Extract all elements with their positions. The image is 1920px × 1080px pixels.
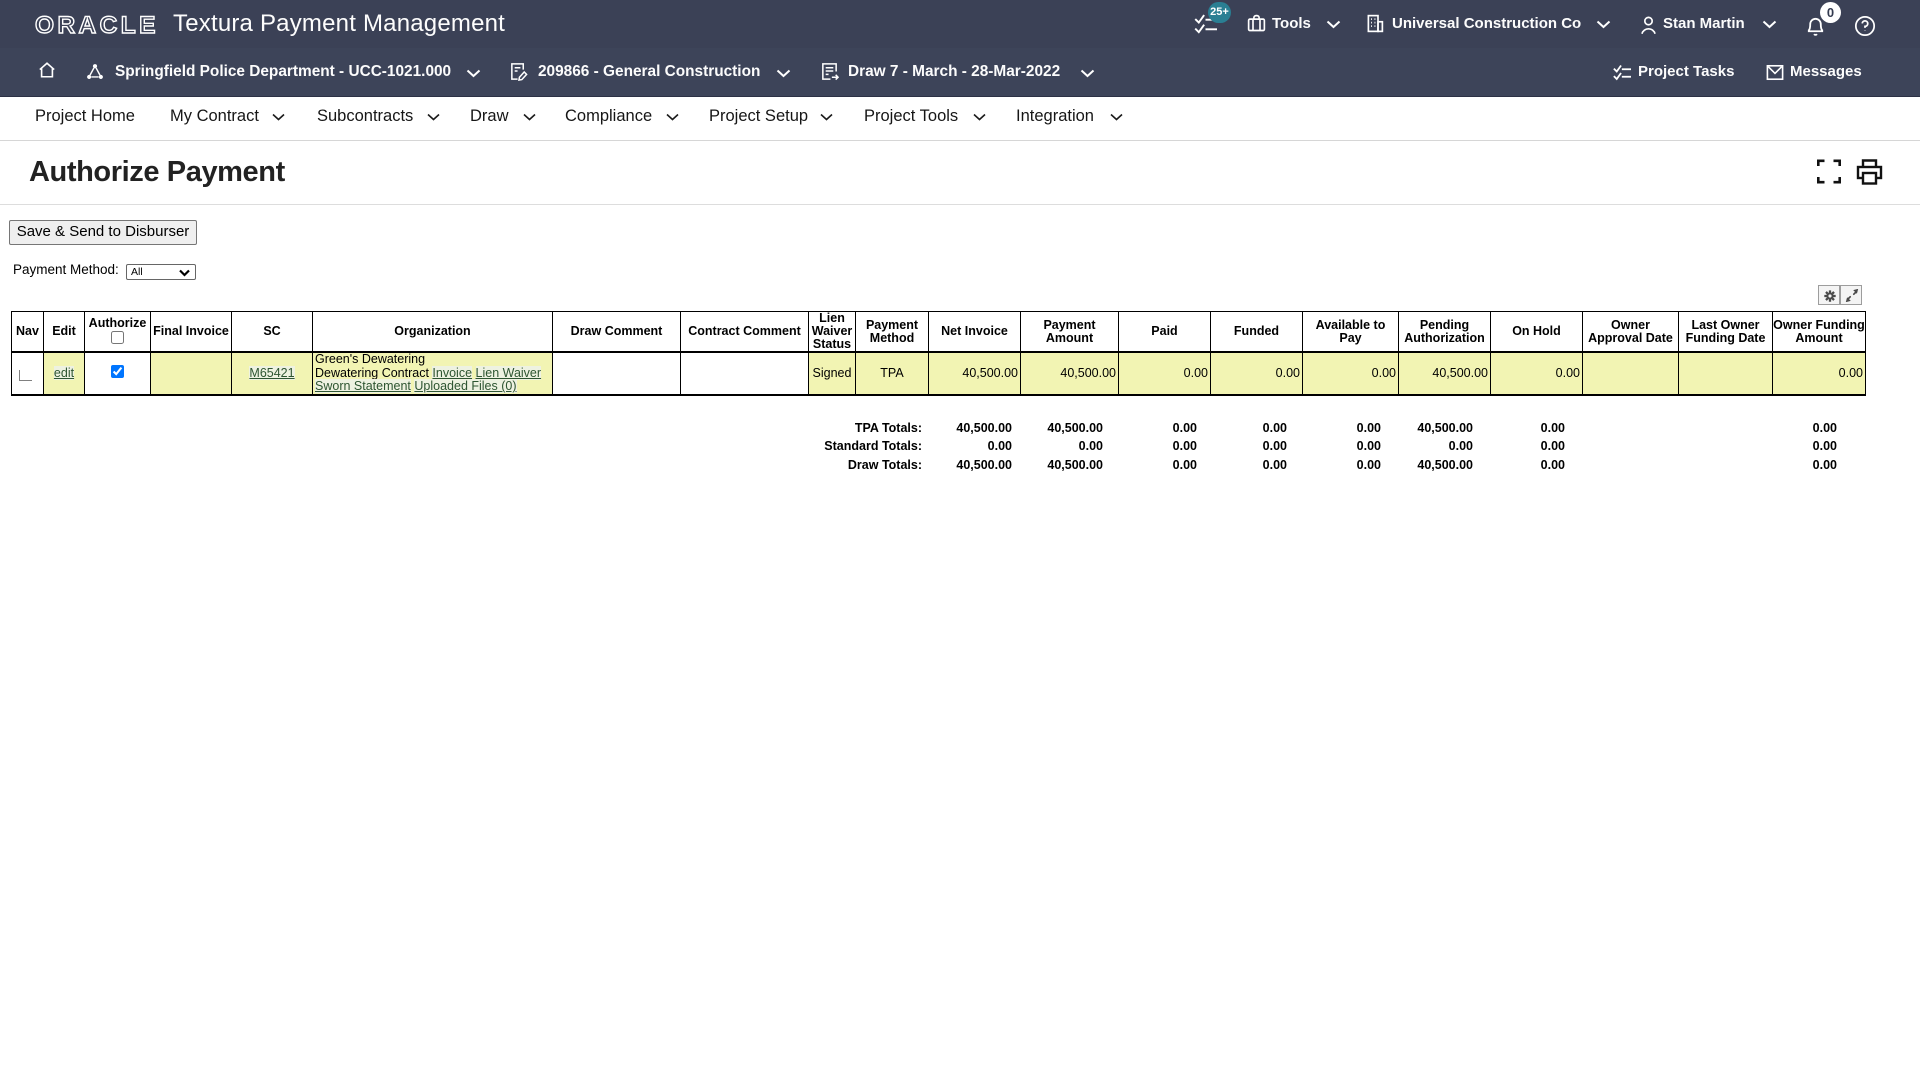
svg-text:ORACLE: ORACLE <box>35 13 159 37</box>
